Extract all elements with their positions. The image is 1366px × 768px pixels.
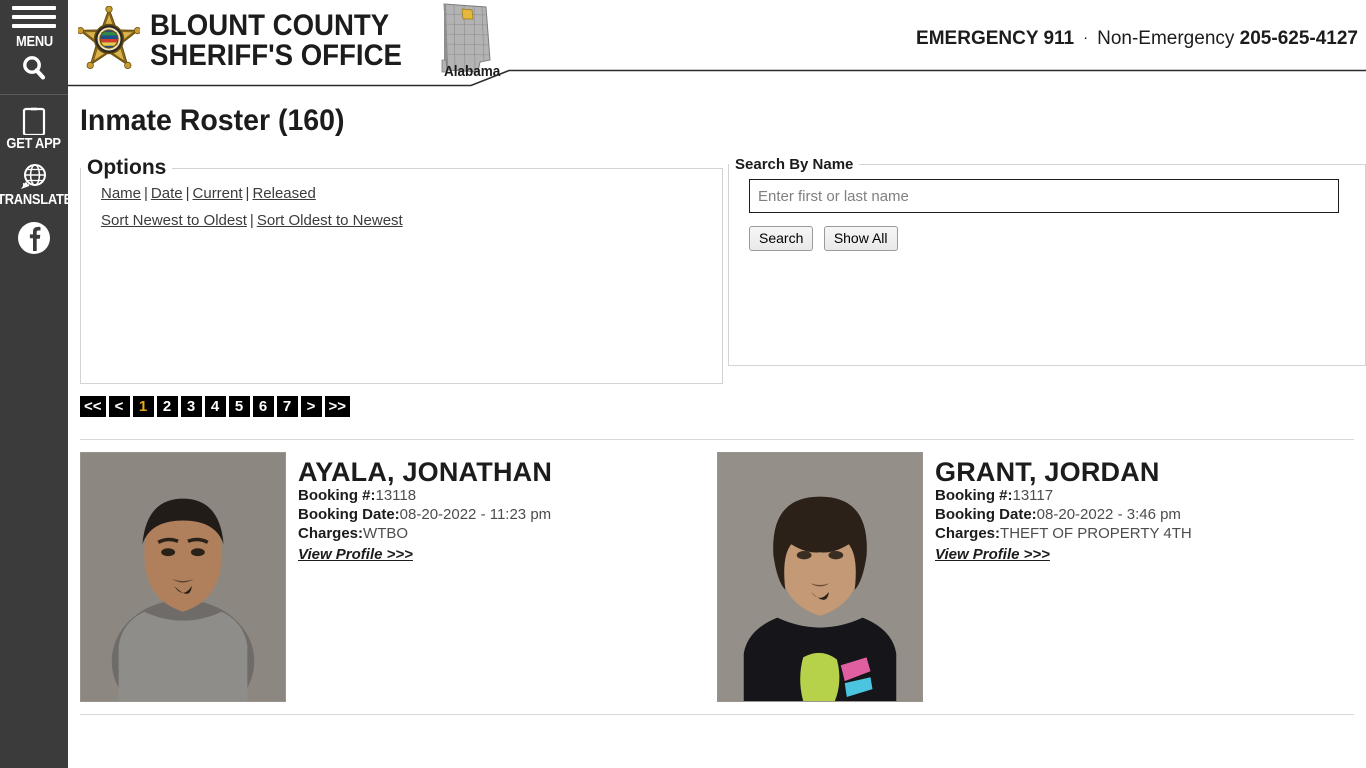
mobile-phone-icon — [22, 107, 46, 135]
main-content: Inmate Roster (160) Options Name | Date | Cu… — [68, 90, 1366, 768]
pagination-page-2[interactable]: 2 — [156, 396, 178, 417]
site-title-line-1: BLOUNT COUNTY — [150, 9, 390, 42]
filter-link-name[interactable]: Name — [101, 185, 141, 202]
booking-date-label: Booking Date: — [298, 506, 400, 523]
brand-block[interactable]: BLOUNT COUNTY SHERIFF'S OFFICE Alabama — [78, 2, 500, 80]
pagination-page-4[interactable]: 4 — [204, 396, 226, 417]
options-separator: | — [245, 185, 250, 202]
inmate-name: AYALA, JONATHAN — [298, 457, 553, 487]
pagination-page-7[interactable]: 7 — [276, 396, 298, 417]
inmate-charges-row: Charges:WTBO — [298, 524, 552, 543]
menu-label: MENU — [15, 32, 53, 50]
booking-number-label: Booking #: — [298, 487, 376, 504]
sort-link-newest-to-oldest[interactable]: Sort Newest to Oldest — [101, 212, 247, 229]
booking-number-value: 13117 — [1012, 487, 1054, 504]
inmate-booking-date-row: Booking Date:08-20-2022 - 11:23 pm — [298, 505, 552, 524]
menu-button[interactable]: MENU — [0, 0, 68, 50]
left-sidebar: MENU GET APP TRANSLATE — [0, 0, 72, 768]
pagination-page-6[interactable]: 6 — [252, 396, 274, 417]
charges-label: Charges: — [298, 525, 364, 542]
inmate-charges-row: Charges:THEFT OF PROPERTY 4TH — [935, 524, 1192, 543]
options-separator: | — [185, 185, 190, 202]
hamburger-icon — [12, 5, 56, 33]
options-sort-row: Sort Newest to Oldest | Sort Oldest to New… — [101, 207, 722, 234]
globe-speech-bubble-icon — [20, 164, 46, 189]
page-title: Inmate Roster (160) — [80, 104, 345, 137]
search-by-name-panel: Search By Name Search Show All — [728, 156, 1366, 366]
charges-value: THEFT OF PROPERTY 4TH — [1000, 525, 1192, 542]
sidebar-item-translate[interactable]: TRANSLATE — [0, 161, 72, 208]
search-button[interactable]: Search — [749, 226, 814, 251]
inmate-details: AYALA, JONATHAN Booking #:13118 Booking … — [298, 452, 552, 702]
pagination-page-3[interactable]: 3 — [180, 396, 202, 417]
options-filter-row: Name | Date | Current | Released — [101, 180, 722, 207]
sort-link-oldest-to-newest[interactable]: Sort Oldest to Newest — [257, 212, 403, 229]
alabama-map-label: Alabama — [443, 63, 501, 80]
charges-value: WTBO — [363, 525, 409, 542]
filter-link-released[interactable]: Released — [252, 185, 315, 202]
options-separator: | — [144, 185, 148, 202]
inmate-booking-number-row: Booking #:13117 — [935, 486, 1192, 505]
inmate-details: GRANT, JORDAN Booking #:13117 Booking Da… — [935, 452, 1192, 702]
pagination-next[interactable]: > — [300, 396, 322, 417]
booking-number-value: 13118 — [375, 487, 417, 504]
pagination-page-1[interactable]: 1 — [132, 396, 154, 417]
mugshot-image — [81, 453, 285, 701]
sheriff-star-badge-icon — [78, 6, 140, 70]
booking-date-value: 08-20-2022 - 11:23 pm — [399, 506, 552, 523]
mugshot-photo[interactable] — [717, 452, 923, 702]
site-title: BLOUNT COUNTY SHERIFF'S OFFICE — [150, 11, 402, 71]
pagination: << < 1 2 3 4 5 6 7 > >> — [80, 396, 1366, 417]
pagination-page-5[interactable]: 5 — [228, 396, 250, 417]
booking-date-value: 08-20-2022 - 3:46 pm — [1036, 506, 1181, 523]
row-separator — [80, 714, 1354, 715]
view-profile-link[interactable]: View Profile >>> — [935, 546, 1050, 563]
inmate-booking-date-row: Booking Date:08-20-2022 - 3:46 pm — [935, 505, 1192, 524]
pagination-first[interactable]: << — [80, 396, 106, 417]
mugshot-image — [718, 453, 922, 701]
emergency-label: EMERGENCY 911 — [916, 28, 1075, 49]
inmate-card: AYALA, JONATHAN Booking #:13118 Booking … — [80, 452, 717, 702]
site-header: BLOUNT COUNTY SHERIFF'S OFFICE Alabama E… — [68, 0, 1366, 86]
sidebar-divider — [0, 94, 68, 95]
search-icon — [23, 56, 46, 80]
sidebar-search-button[interactable] — [0, 48, 68, 88]
pagination-prev[interactable]: < — [108, 396, 130, 417]
charges-label: Charges: — [935, 525, 1001, 542]
sidebar-item-facebook[interactable] — [0, 221, 68, 255]
options-panel: Options Name | Date | Current | Released Sort … — [80, 156, 723, 384]
roster-row: AYALA, JONATHAN Booking #:13118 Booking … — [68, 440, 1366, 702]
controls-row: Options Name | Date | Current | Released Sort … — [80, 156, 1366, 384]
booking-date-label: Booking Date: — [935, 506, 1037, 523]
filter-link-current[interactable]: Current — [193, 185, 243, 202]
emergency-contact-bar: EMERGENCY 911 · Non-Emergency 205-625-4127 — [916, 28, 1358, 50]
site-title-line-2: SHERIFF'S OFFICE — [150, 39, 402, 72]
inmate-roster-list: AYALA, JONATHAN Booking #:13118 Booking … — [68, 439, 1366, 715]
inmate-card: GRANT, JORDAN Booking #:13117 Booking Da… — [717, 452, 1354, 702]
booking-number-label: Booking #: — [935, 487, 1013, 504]
sidebar-item-get-app-label: GET APP — [6, 135, 62, 152]
mugshot-photo[interactable] — [80, 452, 286, 702]
facebook-icon — [18, 222, 50, 254]
filter-link-date[interactable]: Date — [151, 185, 183, 202]
options-separator: | — [249, 212, 254, 229]
view-profile-link[interactable]: View Profile >>> — [298, 546, 413, 563]
search-input[interactable] — [749, 179, 1339, 213]
show-all-button[interactable]: Show All — [823, 226, 898, 251]
emergency-separator: · — [1083, 29, 1089, 46]
non-emergency-phone[interactable]: 205-625-4127 — [1240, 28, 1358, 49]
search-panel-legend: Search By Name — [735, 156, 854, 173]
inmate-name: GRANT, JORDAN — [935, 457, 1160, 487]
alabama-map-block: Alabama — [434, 2, 500, 80]
options-legend: Options — [87, 156, 167, 179]
sidebar-item-get-app[interactable]: GET APP — [0, 105, 68, 151]
non-emergency-label: Non-Emergency — [1097, 28, 1235, 49]
search-button-row: Search Show All — [749, 226, 1365, 251]
sidebar-item-translate-label: TRANSLATE — [0, 191, 72, 208]
pagination-last[interactable]: >> — [324, 396, 351, 417]
inmate-booking-number-row: Booking #:13118 — [298, 486, 552, 505]
